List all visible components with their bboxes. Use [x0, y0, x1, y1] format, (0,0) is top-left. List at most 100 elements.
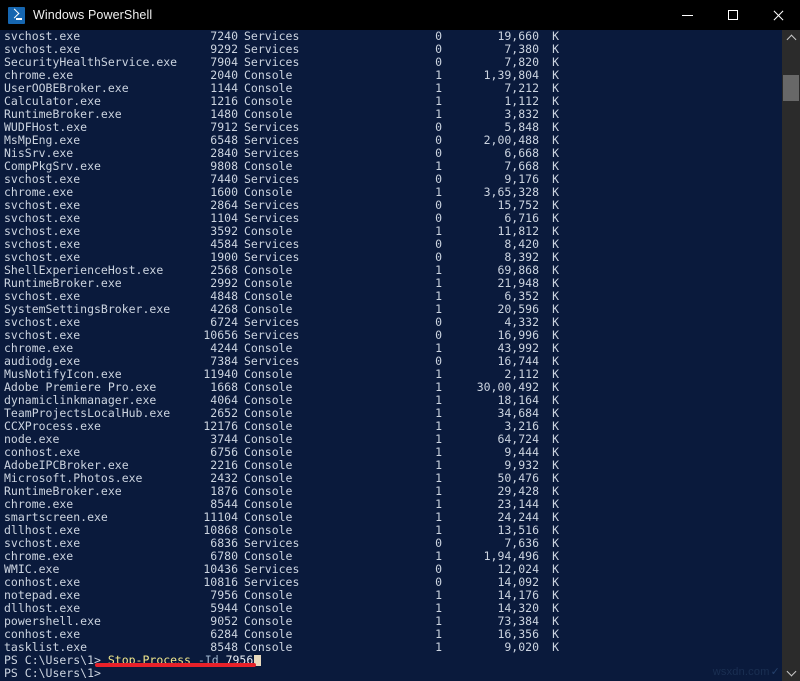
process-name: svchost.exe: [4, 30, 190, 43]
process-row: node.exe3744Console164,724K: [4, 433, 782, 446]
process-name: chrome.exe: [4, 186, 190, 199]
process-row: svchost.exe4584Services08,420K: [4, 238, 782, 251]
process-row: Microsoft.Photos.exe2432Console150,476K: [4, 472, 782, 485]
process-row: NisSrv.exe2840Services06,668K: [4, 147, 782, 160]
process-name: svchost.exe: [4, 537, 190, 550]
process-name: conhost.exe: [4, 446, 190, 459]
process-name: RuntimeBroker.exe: [4, 485, 190, 498]
process-row: svchost.exe2864Services015,752K: [4, 199, 782, 212]
process-name: svchost.exe: [4, 290, 190, 303]
process-row: SystemSettingsBroker.exe4268Console120,5…: [4, 303, 782, 316]
powershell-icon: [8, 7, 25, 24]
console-scrollbar[interactable]: [782, 30, 800, 681]
title-bar[interactable]: Windows PowerShell: [0, 0, 800, 30]
process-name: smartscreen.exe: [4, 511, 190, 524]
process-name: chrome.exe: [4, 342, 190, 355]
prompt-line-current[interactable]: PS C:\Users\1>: [4, 667, 782, 680]
process-name: notepad.exe: [4, 589, 190, 602]
maximize-icon: [728, 10, 738, 20]
process-name: CCXProcess.exe: [4, 420, 190, 433]
process-row: CCXProcess.exe12176Console13,216K: [4, 420, 782, 433]
prompt-prefix-current: PS C:\Users\1>: [4, 667, 101, 680]
process-row: chrome.exe1600Console13,65,328K: [4, 186, 782, 199]
process-row: dynamiclinkmanager.exe4064Console118,164…: [4, 394, 782, 407]
scrollbar-thumb[interactable]: [783, 75, 799, 101]
process-row: conhost.exe10816Services014,092K: [4, 576, 782, 589]
process-name: conhost.exe: [4, 628, 190, 641]
process-row: ShellExperienceHost.exe2568Console169,86…: [4, 264, 782, 277]
process-row: CompPkgSrv.exe9808Console17,668K: [4, 160, 782, 173]
process-row: dllhost.exe10868Console113,516K: [4, 524, 782, 537]
process-name: chrome.exe: [4, 69, 190, 82]
process-row: WUDFHost.exe7912Services05,848K: [4, 121, 782, 134]
process-row: svchost.exe4848Console16,352K: [4, 290, 782, 303]
process-name: svchost.exe: [4, 225, 190, 238]
watermark-text: wsxdn.com: [713, 666, 770, 678]
process-name: chrome.exe: [4, 498, 190, 511]
process-name: svchost.exe: [4, 212, 190, 225]
scrollbar-track[interactable]: [782, 47, 800, 664]
process-name: SystemSettingsBroker.exe: [4, 303, 190, 316]
process-session: Console: [238, 641, 404, 654]
process-name: svchost.exe: [4, 238, 190, 251]
process-row: TeamProjectsLocalHub.exe2652Console134,6…: [4, 407, 782, 420]
prompt-underscore-icon: [16, 18, 22, 20]
scroll-down-button[interactable]: [782, 664, 800, 681]
process-row: svchost.exe6836Services07,636K: [4, 537, 782, 550]
window-controls: [665, 0, 800, 30]
process-name: RuntimeBroker.exe: [4, 108, 190, 121]
process-row: notepad.exe7956Console114,176K: [4, 589, 782, 602]
console-output[interactable]: svchost.exe7240Services019,660Ksvchost.e…: [0, 30, 782, 681]
powershell-window: Windows PowerShell svchost.exe7240Servic…: [0, 0, 800, 681]
scroll-up-button[interactable]: [782, 30, 800, 47]
process-row: svchost.exe7240Services019,660K: [4, 30, 782, 43]
process-name: Adobe Premiere Pro.exe: [4, 381, 190, 394]
process-name: Calculator.exe: [4, 95, 190, 108]
process-row: UserOOBEBroker.exe1144Console17,212K: [4, 82, 782, 95]
process-name: dllhost.exe: [4, 524, 190, 537]
process-name: svchost.exe: [4, 199, 190, 212]
process-row: chrome.exe4244Console143,992K: [4, 342, 782, 355]
process-name: WMIC.exe: [4, 563, 190, 576]
chevron-down-icon: [786, 667, 796, 677]
watermark-tick-icon: ✓: [771, 666, 780, 678]
process-name: audiodg.exe: [4, 355, 190, 368]
process-name: WUDFHost.exe: [4, 121, 190, 134]
minimize-button[interactable]: [665, 0, 710, 30]
process-row: RuntimeBroker.exe2992Console121,948K: [4, 277, 782, 290]
process-name: MusNotifyIcon.exe: [4, 368, 190, 381]
process-row: AdobeIPCBroker.exe2216Console19,932K: [4, 459, 782, 472]
process-row: chrome.exe2040Console11,39,804K: [4, 69, 782, 82]
process-name: UserOOBEBroker.exe: [4, 82, 190, 95]
process-name: powershell.exe: [4, 615, 190, 628]
process-name: AdobeIPCBroker.exe: [4, 459, 190, 472]
process-row: svchost.exe10656Services016,996K: [4, 329, 782, 342]
process-name: MsMpEng.exe: [4, 134, 190, 147]
process-row: SecurityHealthService.exe7904Services07,…: [4, 56, 782, 69]
process-row: MusNotifyIcon.exe11940Console12,112K: [4, 368, 782, 381]
process-name: Microsoft.Photos.exe: [4, 472, 190, 485]
process-row: Calculator.exe1216Console11,112K: [4, 95, 782, 108]
process-row: WMIC.exe10436Services012,024K: [4, 563, 782, 576]
process-row: smartscreen.exe11104Console124,244K: [4, 511, 782, 524]
process-name: RuntimeBroker.exe: [4, 277, 190, 290]
close-button[interactable]: [755, 0, 800, 30]
watermark: wsxdn.com✓: [713, 665, 780, 678]
process-name: dynamiclinkmanager.exe: [4, 394, 190, 407]
process-name: svchost.exe: [4, 173, 190, 186]
process-row: svchost.exe3592Console111,812K: [4, 225, 782, 238]
process-name: CompPkgSrv.exe: [4, 160, 190, 173]
process-session-number: 1: [404, 641, 442, 654]
process-name: svchost.exe: [4, 316, 190, 329]
process-row: MsMpEng.exe6548Services02,00,488K: [4, 134, 782, 147]
console-area: svchost.exe7240Services019,660Ksvchost.e…: [0, 30, 800, 681]
process-name: node.exe: [4, 433, 190, 446]
process-row: svchost.exe1104Services06,716K: [4, 212, 782, 225]
process-row: svchost.exe6724Services04,332K: [4, 316, 782, 329]
process-memory-unit: K: [539, 641, 559, 654]
maximize-button[interactable]: [710, 0, 755, 30]
process-name: ShellExperienceHost.exe: [4, 264, 190, 277]
process-row: RuntimeBroker.exe1480Console13,832K: [4, 108, 782, 121]
process-name: svchost.exe: [4, 329, 190, 342]
chevron-up-icon: [786, 35, 796, 45]
